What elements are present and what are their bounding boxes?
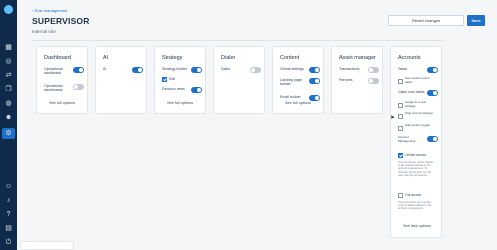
- power-icon[interactable]: ⏻: [4, 239, 13, 246]
- toggle-claim-user-tasks[interactable]: [427, 90, 438, 96]
- card-asset-manager: Asset manager Transactions Partners: [331, 46, 383, 114]
- option-label: Assign to a new strategy: [405, 100, 427, 108]
- card-title: Dialer: [221, 55, 236, 61]
- option-label: Email builder: [280, 95, 301, 99]
- option-label: Global settings: [280, 67, 304, 71]
- header-divider: [32, 40, 444, 41]
- checkbox-full-access[interactable]: [398, 193, 403, 198]
- option-label: Add custom trigger: [405, 123, 431, 127]
- see-less-options-link[interactable]: See less options: [403, 224, 431, 228]
- save-button[interactable]: Save: [467, 15, 485, 26]
- option-label: Stop current strategy: [405, 111, 433, 115]
- card-title: Accounts: [398, 55, 421, 61]
- help-icon[interactable]: ?: [4, 211, 13, 218]
- option-label: Landing page builder: [280, 78, 302, 87]
- toggle-tasks[interactable]: [427, 67, 438, 73]
- option-label: Full access: [405, 193, 421, 197]
- card-title: Strategy: [162, 55, 183, 61]
- grid-icon[interactable]: ▦: [4, 44, 13, 51]
- option-label: Operational dashboards: [44, 84, 63, 93]
- option-label: AI: [103, 67, 107, 71]
- document-icon[interactable]: ▤: [4, 225, 13, 232]
- back-link-label[interactable]: Role management: [34, 8, 67, 13]
- option-label: Claim user tasks: [398, 90, 425, 94]
- toggle-partners[interactable]: [368, 78, 379, 84]
- card-title: AI: [103, 55, 109, 61]
- checkbox-add-custom-trigger[interactable]: [398, 126, 403, 131]
- toggle-operational-dashboards[interactable]: [73, 84, 84, 90]
- gear-icon[interactable]: ⚙: [4, 130, 13, 137]
- option-label: Operational dashboard: [44, 67, 63, 76]
- flow-icon[interactable]: ⇄: [4, 72, 13, 79]
- see-full-options-link[interactable]: See full options: [167, 101, 193, 105]
- option-label: Dialer: [221, 67, 231, 71]
- card-partial: [20, 241, 74, 250]
- toggle-decision-trees[interactable]: [191, 87, 202, 93]
- card-content: Content Global settings Landing page bui…: [272, 46, 324, 114]
- checkbox-edit[interactable]: [162, 77, 167, 82]
- checkbox-assign-new-strategy[interactable]: [398, 103, 403, 108]
- checkbox-limited-access[interactable]: [398, 153, 403, 158]
- bell-icon[interactable]: ♪: [4, 197, 13, 204]
- option-label: See owners user's tasks: [405, 76, 430, 84]
- toggle-landing-page-builder[interactable]: [309, 78, 320, 84]
- option-label: Limited access: [405, 153, 427, 157]
- revert-changes-button[interactable]: Revert changes: [388, 15, 464, 26]
- card-strategy: Strategy Strategy builder Edit Decision …: [154, 46, 206, 114]
- toggle-operational-dashboard[interactable]: [73, 67, 84, 73]
- option-label: Account Management: [398, 135, 416, 143]
- checkbox-see-owners-tasks[interactable]: [398, 79, 403, 84]
- users-icon[interactable]: ☻: [4, 114, 13, 121]
- copy-icon[interactable]: ❐: [4, 86, 13, 93]
- option-label: Decision trees: [162, 87, 185, 91]
- checkbox-stop-current-strategy[interactable]: [398, 114, 403, 119]
- back-link[interactable]: ‹ Role management: [32, 8, 67, 13]
- see-full-options-link[interactable]: See full options: [49, 101, 75, 105]
- card-title: Asset manager: [339, 55, 376, 61]
- option-label: Strategy builder: [162, 67, 188, 71]
- sidebar: ▦ ◎ ⇄ ❐ ◍ ☻ ⚙ ☺ ♪ ? ▤ ⏻: [0, 0, 17, 250]
- option-label: Transactions: [339, 67, 360, 71]
- toggle-transactions[interactable]: [368, 67, 379, 73]
- option-label: Partners: [339, 78, 353, 82]
- card-dialer: Dialer Dialer: [213, 46, 265, 114]
- app-root: ▦ ◎ ⇄ ❐ ◍ ☻ ⚙ ☺ ♪ ? ▤ ⏻ ‹ Role managemen…: [0, 0, 497, 250]
- card-title: Content: [280, 55, 300, 61]
- toggle-ai[interactable]: [132, 67, 143, 73]
- option-label: Tasks: [398, 67, 408, 71]
- page-title: SUPERVISOR: [32, 16, 90, 26]
- user-icon[interactable]: ☺: [4, 183, 13, 190]
- card-dashboard: Dashboard Operational dashboard Operatio…: [36, 46, 88, 114]
- see-full-options-link[interactable]: See full options: [285, 101, 311, 105]
- card-ai: AI AI: [95, 46, 147, 114]
- target-icon[interactable]: ◎: [4, 58, 13, 65]
- mouse-cursor-icon: ➤: [390, 115, 396, 121]
- toggle-account-management[interactable]: [427, 136, 438, 142]
- full-access-note: This permission will override every limi…: [398, 201, 432, 211]
- brand-logo: [4, 5, 13, 14]
- main-content: ‹ Role management SUPERVISOR Internal ro…: [17, 0, 497, 250]
- card-title: Dashboard: [44, 55, 71, 61]
- toggle-strategy-builder[interactable]: [191, 67, 202, 73]
- option-label: Edit: [169, 77, 176, 81]
- limited-access-note: This permission will be related to the s…: [398, 161, 433, 177]
- card-accounts: Accounts Tasks See owners user's tasks C…: [390, 46, 442, 238]
- toggle-dialer[interactable]: [250, 67, 261, 73]
- toggle-global-settings[interactable]: [309, 67, 320, 73]
- globe-icon[interactable]: ◍: [4, 100, 13, 107]
- page-subtitle: Internal role: [32, 29, 56, 34]
